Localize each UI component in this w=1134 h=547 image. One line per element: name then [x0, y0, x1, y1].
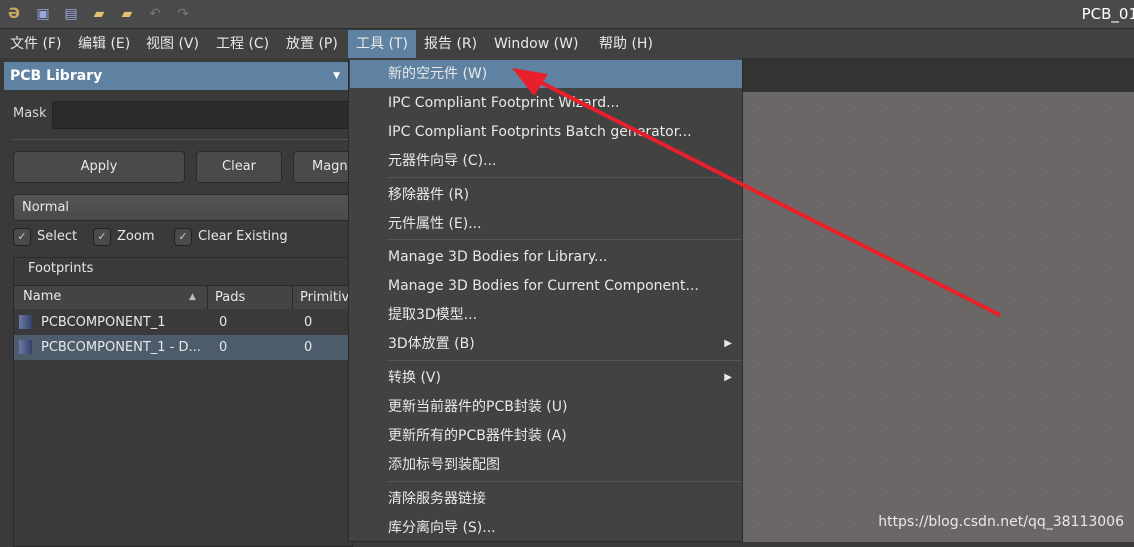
menu-separator — [387, 239, 742, 240]
row-primitives: 0 — [304, 315, 313, 330]
dropdown-icon[interactable]: ▼ — [333, 62, 340, 90]
menu-separator — [387, 360, 742, 361]
tools-menu-dropdown: 新的空元件 (W) IPC Compliant Footprint Wizard… — [348, 58, 743, 542]
row-pads: 0 — [219, 340, 228, 355]
submenu-arrow-icon: ▶ — [724, 372, 732, 383]
table-row-selected[interactable]: PCBCOMPONENT_1 - D... 0 0 — [14, 335, 354, 360]
menu-item-manage-3d-current[interactable]: Manage 3D Bodies for Current Component..… — [350, 272, 742, 300]
menu-help[interactable]: 帮助 (H) — [591, 30, 661, 58]
column-pads[interactable]: Pads — [207, 286, 245, 310]
menu-tools[interactable]: 工具 (T) — [348, 30, 416, 58]
apply-button[interactable]: Apply — [13, 151, 185, 183]
menu-item-ipc-wizard[interactable]: IPC Compliant Footprint Wizard... — [350, 89, 742, 117]
zoom-checkbox[interactable]: ✓ Zoom — [93, 226, 154, 248]
menu-item-3d-body-placement[interactable]: 3D体放置 (B) ▶ — [350, 330, 742, 358]
checkbox-label: Zoom — [117, 229, 155, 244]
menu-project[interactable]: 工程 (C) — [208, 30, 277, 58]
menu-bar: 文件 (F) 编辑 (E) 视图 (V) 工程 (C) 放置 (P) 工具 (T… — [0, 30, 1134, 58]
menu-item-component-wizard[interactable]: 元器件向导 (C)... — [350, 147, 742, 175]
open-icon[interactable]: ▰ — [91, 6, 107, 22]
pcb-canvas[interactable] — [742, 92, 1134, 542]
menu-item-add-designator[interactable]: 添加标号到装配图 — [350, 451, 742, 479]
menu-separator — [387, 481, 742, 482]
component-icon — [19, 310, 32, 338]
menu-item-update-current-footprint[interactable]: 更新当前器件的PCB封装 (U) — [350, 393, 742, 421]
menu-separator — [387, 177, 742, 178]
menu-item-ipc-batch[interactable]: IPC Compliant Footprints Batch generator… — [350, 118, 742, 146]
table-row[interactable]: PCBCOMPONENT_1 0 0 — [14, 310, 354, 335]
table-header: Name ▲ Pads Primitive — [14, 285, 354, 310]
save-all-icon[interactable]: ▤ — [63, 6, 79, 22]
row-pads: 0 — [219, 315, 228, 330]
menu-edit[interactable]: 编辑 (E) — [70, 30, 138, 58]
panel-header[interactable]: PCB Library ▼ — [4, 62, 348, 90]
menu-place[interactable]: 放置 (P) — [278, 30, 346, 58]
watermark: https://blog.csdn.net/qq_38113006 — [878, 514, 1124, 530]
menu-item-update-all-footprints[interactable]: 更新所有的PCB器件封装 (A) — [350, 422, 742, 450]
menu-item-component-properties[interactable]: 元件属性 (E)... — [350, 210, 742, 238]
mode-select[interactable]: Normal — [13, 194, 353, 221]
component-icon — [19, 335, 32, 363]
save-icon[interactable]: ▣ — [35, 6, 51, 22]
clear-existing-checkbox[interactable]: ✓ Clear Existing — [174, 226, 288, 248]
menu-item-library-split-wizard[interactable]: 库分离向导 (S)... — [350, 514, 742, 542]
menu-item-remove-component[interactable]: 移除器件 (R) — [350, 181, 742, 209]
redo-icon[interactable]: ↷ — [175, 6, 191, 22]
row-name: PCBCOMPONENT_1 - D... — [41, 340, 201, 355]
checkbox-label: Clear Existing — [198, 229, 288, 244]
title-bar: Ə ▣ ▤ ▰ ▰ ↶ ↷ PCB_01 — [0, 0, 1134, 29]
menu-item-new-blank-component[interactable]: 新的空元件 (W) — [350, 60, 742, 88]
undo-icon[interactable]: ↶ — [147, 6, 163, 22]
divider — [13, 139, 353, 140]
footprints-title: Footprints — [28, 261, 94, 276]
menu-item-manage-3d-library[interactable]: Manage 3D Bodies for Library... — [350, 243, 742, 271]
column-name[interactable]: Name — [23, 289, 61, 304]
document-title: PCB_01 — [1081, 5, 1134, 23]
footprints-group: Footprints Name ▲ Pads Primitive PCBCOMP… — [13, 257, 354, 547]
pcb-library-panel: PCB Library ▼ Mask Apply Clear Magn Norma… — [0, 58, 363, 547]
check-icon: ✓ — [93, 227, 111, 246]
menu-window[interactable]: Window (W) — [486, 30, 586, 58]
menu-item-label: 3D体放置 (B) — [388, 336, 475, 352]
app-logo-icon: Ə — [8, 6, 20, 22]
select-checkbox[interactable]: ✓ Select — [13, 226, 77, 248]
column-primitives[interactable]: Primitive — [292, 286, 354, 310]
menu-item-convert[interactable]: 转换 (V) ▶ — [350, 364, 742, 392]
row-name: PCBCOMPONENT_1 — [41, 315, 166, 330]
panel-title: PCB Library — [10, 68, 103, 84]
clear-button[interactable]: Clear — [196, 151, 282, 183]
menu-view[interactable]: 视图 (V) — [138, 30, 207, 58]
sort-asc-icon: ▲ — [189, 292, 196, 302]
checkbox-label: Select — [37, 229, 78, 244]
mask-label: Mask — [13, 106, 47, 121]
mask-input[interactable] — [52, 101, 352, 129]
submenu-arrow-icon: ▶ — [724, 338, 732, 349]
menu-item-label: 转换 (V) — [388, 370, 441, 386]
open-project-icon[interactable]: ▰ — [119, 6, 135, 22]
row-primitives: 0 — [304, 340, 313, 355]
menu-item-extract-3d[interactable]: 提取3D模型... — [350, 301, 742, 329]
menu-item-clear-server-links[interactable]: 清除服务器链接 — [350, 485, 742, 513]
check-icon: ✓ — [13, 227, 31, 246]
menu-reports[interactable]: 报告 (R) — [416, 30, 485, 58]
menu-file[interactable]: 文件 (F) — [2, 30, 69, 58]
check-icon: ✓ — [174, 227, 192, 246]
